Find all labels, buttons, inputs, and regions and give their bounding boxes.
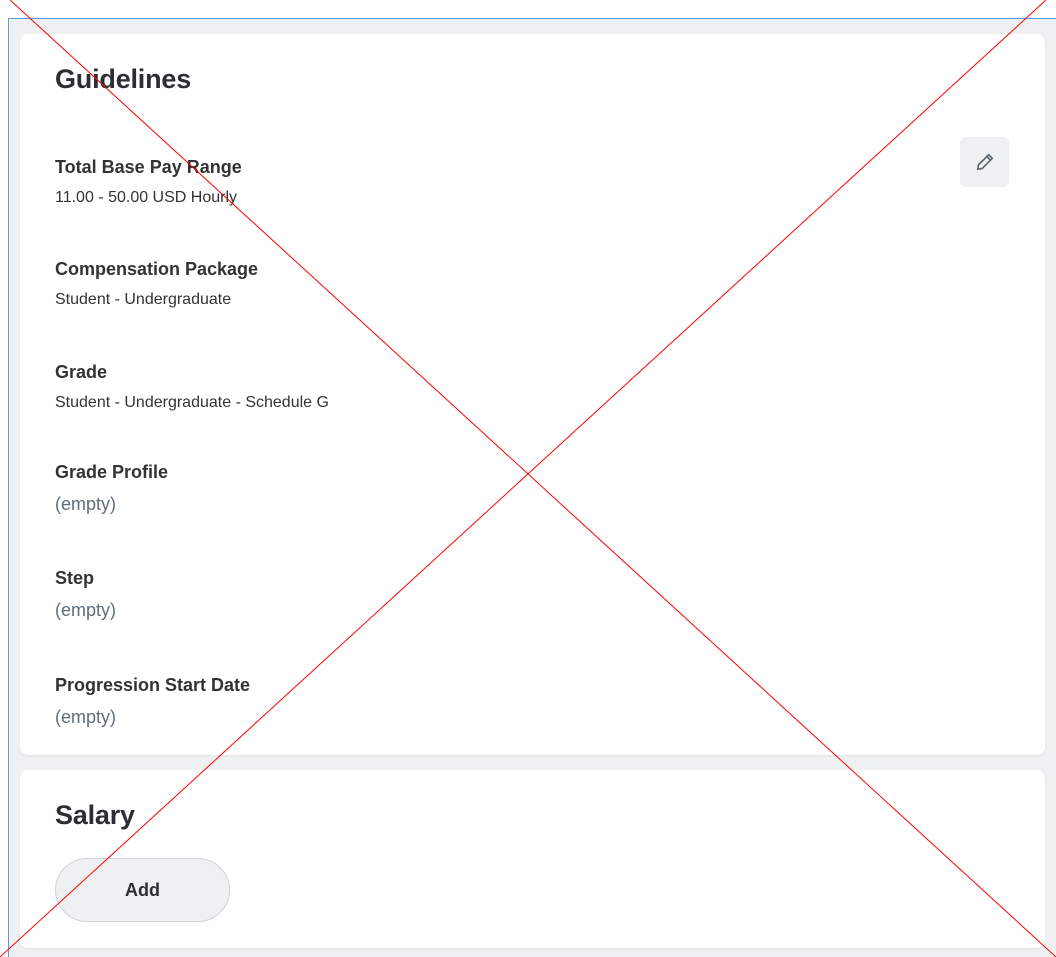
field-grade-profile: Grade Profile (empty) bbox=[55, 461, 168, 514]
field-compensation-package: Compensation Package Student - Undergrad… bbox=[55, 258, 258, 310]
guidelines-title: Guidelines bbox=[55, 64, 192, 94]
field-label: Progression Start Date bbox=[55, 675, 251, 695]
field-progression-start-date: Progression Start Date (empty) bbox=[55, 674, 250, 727]
field-value: Student - Undergraduate bbox=[55, 291, 232, 308]
field-label: Total Base Pay Range bbox=[55, 157, 242, 177]
field-step: Step (empty) bbox=[55, 567, 116, 620]
salary-card: Salary Add bbox=[20, 770, 1045, 948]
field-label: Compensation Package bbox=[55, 259, 259, 279]
field-label: Grade bbox=[55, 362, 108, 382]
field-value: Student - Undergraduate - Schedule G bbox=[55, 394, 329, 411]
pencil-icon bbox=[974, 151, 996, 173]
field-grade: Grade Student - Undergraduate - Schedule… bbox=[55, 361, 329, 413]
field-value: 11.00 - 50.00 USD Hourly bbox=[55, 189, 238, 206]
field-value: (empty) bbox=[55, 600, 117, 620]
field-label: Step bbox=[55, 568, 95, 588]
salary-title: Salary bbox=[55, 800, 135, 830]
field-value: (empty) bbox=[55, 494, 117, 514]
field-value: (empty) bbox=[55, 707, 117, 727]
add-salary-button[interactable]: Add bbox=[55, 858, 230, 922]
edit-button[interactable] bbox=[960, 137, 1009, 187]
field-label: Grade Profile bbox=[55, 462, 169, 482]
field-total-base-pay-range: Total Base Pay Range 11.00 - 50.00 USD H… bbox=[55, 156, 242, 208]
guidelines-card: Guidelines Total Base Pay Range 11.00 - … bbox=[20, 34, 1045, 755]
